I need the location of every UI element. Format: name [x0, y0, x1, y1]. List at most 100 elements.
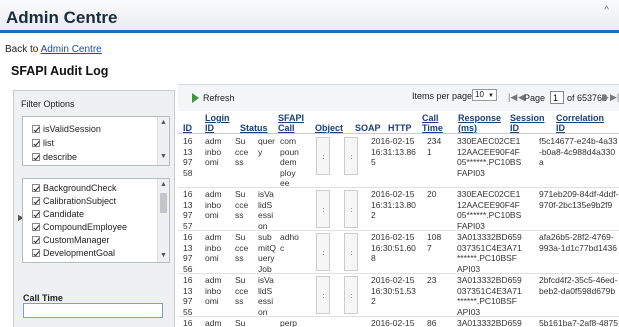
soap-detail-button[interactable] [344, 276, 358, 314]
list-item[interactable]: Candidate [32, 209, 84, 219]
cell-correlation: 5b161ba7-2af8-4875 [539, 318, 618, 327]
next-page-icon[interactable]: ▶ [602, 92, 609, 103]
call-time-label: Call Time [23, 293, 63, 303]
last-page-icon[interactable]: ▶| [610, 92, 619, 103]
cell-call-time: 234 1 [427, 136, 442, 157]
object-detail-button[interactable] [316, 137, 330, 175]
list-item[interactable]: list [32, 138, 54, 148]
table-row[interactable]: 16 13 97 56 adm inbo omi Su cce ss sub m… [178, 231, 619, 274]
table-row[interactable]: 16 13 97 57 adm inbo omi Su cce ss isVa … [178, 188, 619, 231]
checkbox[interactable] [32, 184, 40, 192]
soap-detail-button[interactable] [344, 137, 358, 175]
cell-correlation: afa26b5-28f2-4769- 993a-1d1c77bd1436 [539, 232, 617, 253]
cell-response: 3A013332BD659 037351C4E3A71 ******.PC10B… [457, 232, 522, 274]
cell-call: isVa lidS essi on [258, 275, 274, 317]
cell-correlation: 971eb209-84df-4ddf- 970f-2bc135e9b2f9 [539, 189, 619, 210]
scrollbar[interactable]: ▲ ▼ [157, 179, 169, 262]
call-time-input[interactable] [23, 303, 163, 318]
checkbox[interactable] [32, 249, 40, 257]
scroll-up-icon[interactable]: ▲ [160, 119, 167, 126]
cell-login: adm inbo omi [205, 275, 222, 306]
checkbox[interactable] [32, 210, 40, 218]
cell-response: 3A013332BD659 037351C4E3A71 ******.PC10B… [457, 275, 522, 317]
cell-id: 16 [183, 318, 193, 327]
scrollbar[interactable]: ▲ ▼ [157, 117, 169, 165]
checkbox[interactable] [32, 197, 40, 205]
list-item[interactable]: BackgroundCheck [32, 183, 117, 193]
list-item[interactable]: isValidSession [32, 124, 101, 134]
cell-status: Su [235, 318, 246, 327]
refresh-icon[interactable] [192, 93, 199, 103]
cell-correlation: f5c14677-e24b-4a33 -b0a8-4c988d4a330 a [539, 136, 618, 167]
cell-http: 2016-02-15 16:30:51.53 2 [371, 275, 416, 306]
cell-object: com poun dem ploy ee [280, 136, 299, 188]
col-session-id[interactable]: Session ID [510, 113, 545, 133]
list-item[interactable]: CustomManager [32, 235, 110, 245]
page-input[interactable] [550, 91, 564, 104]
cell-http: 2016-02-15 [371, 318, 415, 327]
list-item[interactable]: DevelopmentGoal [32, 248, 115, 258]
audit-log-grid: Refresh Items per page 10▼ |◀ ◀ Page of … [178, 84, 619, 327]
table-row[interactable]: 16 13 97 55 adm inbo omi Su cce ss isVa … [178, 274, 619, 317]
back-link[interactable]: Admin Centre [41, 44, 102, 55]
checkbox[interactable] [32, 223, 40, 231]
scroll-thumb[interactable] [160, 193, 167, 213]
refresh-button[interactable]: Refresh [203, 93, 235, 103]
cell-response: 330EAEC02CE1 12AACEE90F4F 05******.PC10B… [457, 189, 522, 231]
soap-detail-button[interactable] [344, 233, 358, 271]
object-detail-button[interactable] [316, 190, 330, 228]
col-sfapi-call[interactable]: SFAPI Call [278, 113, 304, 133]
list-item[interactable]: describe [32, 152, 77, 162]
scroll-down-icon[interactable]: ▼ [160, 153, 167, 160]
checkbox[interactable] [32, 236, 40, 244]
col-object[interactable]: Object [315, 123, 343, 133]
list-item[interactable]: CalibrationSubject [32, 196, 116, 206]
col-http: HTTP [388, 123, 412, 133]
col-correlation-id[interactable]: Correlation ID [556, 113, 604, 133]
cell-response: 330EAEC02CE1 12AACEE90F4F 05******.PC10B… [457, 136, 522, 178]
cell-call: isVa lidS essi on [258, 189, 274, 231]
cell-object: adho c [280, 232, 299, 253]
list-item[interactable]: CompoundEmployee [32, 222, 127, 232]
soap-detail-button[interactable] [344, 190, 358, 228]
checkbox[interactable] [32, 125, 40, 133]
cell-http: 2016-02-15 16:31:13.86 5 [371, 136, 416, 167]
cell-http: 2016-02-15 16:30:51.60 8 [371, 232, 416, 263]
cell-call-time: 86 [427, 318, 437, 327]
col-status[interactable]: Status [240, 123, 268, 133]
app-title: Admin Centre [6, 8, 118, 27]
col-call-time[interactable]: Call Time [422, 113, 443, 133]
col-soap: SOAP [355, 123, 381, 133]
checkbox[interactable] [32, 153, 40, 161]
col-response[interactable]: Response (ms) [458, 113, 501, 133]
call-type-list: isValidSession list describe ▲ ▼ [22, 116, 170, 166]
table-row[interactable]: 16 adm Su perp 2016-02-15 86 3A013332BD6… [178, 317, 619, 327]
table-row[interactable]: 16 13 97 58 adm inbo omi Su cce ss quer … [178, 135, 619, 188]
first-page-icon[interactable]: |◀ [508, 92, 517, 103]
page-label: Page [524, 93, 546, 103]
scroll-up-icon[interactable]: ▲ [160, 181, 167, 188]
filter-title: Filter Options [21, 99, 75, 109]
cell-login: adm [205, 318, 222, 327]
cell-call-time: 20 [427, 189, 437, 199]
checkbox[interactable] [32, 139, 40, 147]
object-detail-button[interactable] [316, 233, 330, 271]
cell-login: adm inbo omi [205, 189, 222, 220]
cell-object: perp [280, 318, 298, 327]
collapse-icon[interactable]: ^ [604, 5, 609, 16]
scroll-down-icon[interactable]: ▼ [160, 252, 167, 259]
cell-http: 2016-02-15 16:31:13.80 2 [371, 189, 416, 220]
filter-panel: Filter Options ▶ isValidSession list des… [13, 90, 175, 327]
object-detail-button[interactable] [316, 276, 330, 314]
cell-status: Su cce ss [235, 136, 249, 167]
col-id[interactable]: ID [183, 123, 192, 133]
cell-id: 16 13 97 55 [183, 275, 193, 317]
header-accent-bar [0, 30, 619, 33]
cell-id: 16 13 97 58 [183, 136, 193, 178]
grid-toolbar: Refresh Items per page 10▼ |◀ ◀ Page of … [178, 85, 619, 111]
chevron-down-icon: ▼ [488, 93, 494, 99]
items-per-page-select[interactable]: 10 ▼ [472, 89, 497, 101]
app-header: Admin Centre ^ [0, 0, 619, 32]
cell-call-time: 23 [427, 275, 437, 285]
col-login-id[interactable]: Login ID [205, 113, 230, 133]
